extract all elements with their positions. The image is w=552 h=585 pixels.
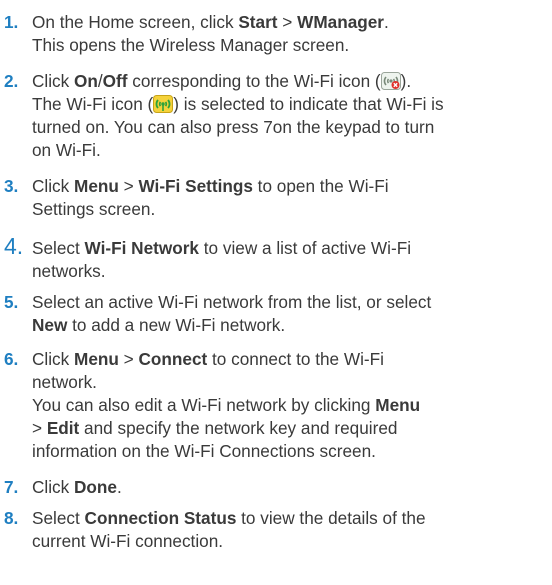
text-line: > Edit and specify the network key and r… bbox=[32, 417, 545, 440]
text-line: New to add a new Wi-Fi network. bbox=[32, 314, 545, 337]
text-run: Select an active Wi-Fi network from the … bbox=[32, 292, 432, 312]
step-number: 1. bbox=[4, 12, 19, 32]
text-run: to open the Wi-Fi bbox=[252, 176, 389, 196]
step-7: 7. Click Done. bbox=[0, 476, 545, 499]
bold-term: Off bbox=[102, 71, 128, 91]
text-run: Select bbox=[32, 238, 85, 258]
text-run: > bbox=[277, 12, 298, 32]
text-run: You can also edit a Wi-Fi network by cli… bbox=[32, 395, 376, 415]
text-run: Settings screen. bbox=[32, 199, 156, 219]
text-line: turned on. You can also press 7on the ke… bbox=[32, 116, 545, 139]
step-number: 3. bbox=[4, 176, 19, 196]
bold-term: On bbox=[74, 71, 98, 91]
step-number: 5. bbox=[4, 292, 19, 312]
text-run: information on the Wi-Fi Connections scr… bbox=[32, 441, 376, 461]
wifi-off-icon bbox=[380, 72, 401, 90]
text-run: This opens the Wireless Manager screen. bbox=[32, 35, 350, 55]
bold-term: Done bbox=[74, 477, 117, 497]
text-run: The Wi-Fi icon ( bbox=[32, 94, 154, 114]
step-text: Click On/Off corresponding to the Wi-Fi … bbox=[32, 70, 545, 162]
text-line: network. bbox=[32, 371, 545, 394]
step-number: 8. bbox=[4, 508, 19, 528]
text-run: Click bbox=[32, 176, 75, 196]
step-1: 1. On the Home screen, click Start > WMan… bbox=[0, 11, 545, 57]
text-run: Click bbox=[32, 71, 75, 91]
text-line: On the Home screen, click Start > WManag… bbox=[32, 11, 545, 34]
text-run: to view the details of the bbox=[236, 508, 426, 528]
step-text: Click Menu > Wi-Fi Settings to open the … bbox=[32, 175, 545, 221]
text-run: to view a list of active Wi-Fi bbox=[198, 238, 412, 258]
text-line: current Wi-Fi connection. bbox=[32, 530, 545, 553]
text-run: current Wi-Fi connection. bbox=[32, 531, 224, 551]
text-line: Select Connection Status to view the det… bbox=[32, 507, 545, 530]
text-line: Select Wi-Fi Network to view a list of a… bbox=[32, 237, 545, 260]
text-line: on Wi-Fi. bbox=[32, 139, 545, 162]
bold-term: Connect bbox=[138, 349, 208, 369]
text-run: on Wi-Fi. bbox=[32, 140, 101, 160]
text-run: ). bbox=[400, 71, 412, 91]
text-line: The Wi-Fi icon ( ) is selected to indicat… bbox=[32, 93, 545, 116]
step-text: Click Done. bbox=[32, 476, 545, 499]
text-run: networks. bbox=[32, 261, 106, 281]
step-4: 4. Select Wi-Fi Network to view a list of… bbox=[0, 233, 545, 283]
bold-term: Menu bbox=[74, 349, 119, 369]
step-text: Select an active Wi-Fi network from the … bbox=[32, 291, 545, 337]
bold-term: Menu bbox=[375, 395, 421, 415]
text-run: network. bbox=[32, 372, 97, 392]
text-line: Click On/Off corresponding to the Wi-Fi … bbox=[32, 70, 545, 93]
text-line: Click Menu > Wi-Fi Settings to open the … bbox=[32, 175, 545, 198]
text-run: corresponding to the Wi-Fi icon ( bbox=[127, 71, 381, 91]
bold-term: Start bbox=[238, 12, 278, 32]
step-number: 2. bbox=[4, 71, 19, 91]
text-run: > bbox=[32, 418, 47, 438]
wifi-on-icon bbox=[153, 95, 174, 113]
step-number: 6. bbox=[4, 349, 19, 369]
bold-term: WManager bbox=[297, 12, 384, 32]
text-run: and specify the network key and required bbox=[79, 418, 398, 438]
text-run: On the Home screen, click bbox=[32, 12, 239, 32]
text-line: information on the Wi-Fi Connections scr… bbox=[32, 440, 545, 463]
text-run: . bbox=[116, 477, 122, 497]
bold-term: New bbox=[32, 315, 68, 335]
text-run: to add a new Wi-Fi network. bbox=[67, 315, 286, 335]
step-text: Select Connection Status to view the det… bbox=[32, 507, 545, 553]
text-run: ) is selected to indicate that Wi-Fi is bbox=[173, 94, 444, 114]
step-5: 5. Select an active Wi-Fi network from th… bbox=[0, 291, 545, 337]
bold-term: Wi-Fi Network bbox=[84, 238, 199, 258]
bold-term: Connection Status bbox=[84, 508, 237, 528]
bold-term: Edit bbox=[46, 418, 80, 438]
step-number: 4. bbox=[4, 233, 24, 259]
text-line: Click Menu > Connect to connect to the W… bbox=[32, 348, 545, 371]
step-3: 3. Click Menu > Wi-Fi Settings to open th… bbox=[0, 175, 545, 221]
text-line: networks. bbox=[32, 260, 545, 283]
text-run: > bbox=[118, 349, 139, 369]
step-number: 7. bbox=[4, 477, 19, 497]
step-8: 8. Select Connection Status to view the d… bbox=[0, 507, 545, 553]
bold-term: Menu bbox=[74, 176, 119, 196]
text-run: . bbox=[384, 12, 389, 32]
step-text: Click Menu > Connect to connect to the W… bbox=[32, 348, 545, 463]
step-2: 2. Click On/Off corresponding to the Wi-F… bbox=[0, 70, 545, 162]
bold-term: Wi-Fi Settings bbox=[138, 176, 253, 196]
step-text: Select Wi-Fi Network to view a list of a… bbox=[32, 237, 545, 283]
step-6: 6. Click Menu > Connect to connect to the… bbox=[0, 348, 545, 463]
text-line: This opens the Wireless Manager screen. bbox=[32, 34, 545, 57]
text-line: Settings screen. bbox=[32, 198, 545, 221]
text-run: Click bbox=[32, 349, 75, 369]
text-run: Select bbox=[32, 508, 85, 528]
text-line: Select an active Wi-Fi network from the … bbox=[32, 291, 545, 314]
text-run: > bbox=[118, 176, 139, 196]
step-text: On the Home screen, click Start > WManag… bbox=[32, 11, 545, 57]
text-run: turned on. You can also press 7on the ke… bbox=[32, 117, 435, 137]
text-run: to connect to the Wi-Fi bbox=[207, 349, 384, 369]
text-line: You can also edit a Wi-Fi network by cli… bbox=[32, 394, 545, 417]
text-line: Click Done. bbox=[32, 476, 545, 499]
text-run: Click bbox=[32, 477, 75, 497]
